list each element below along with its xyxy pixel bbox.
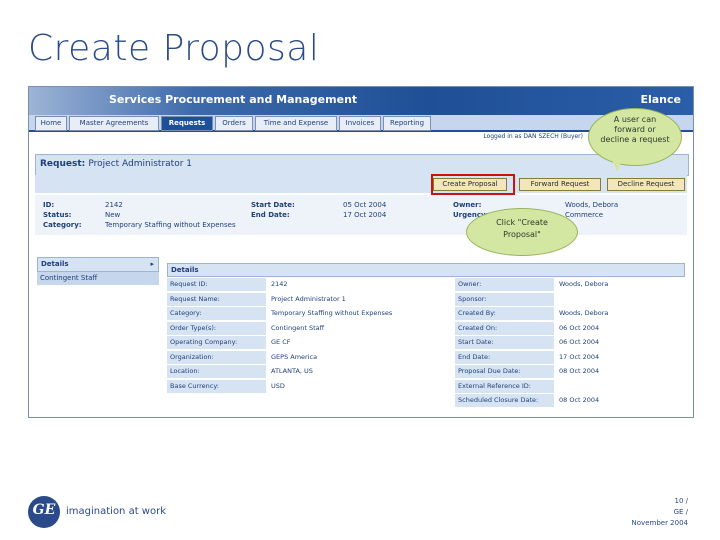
callout-click-create: Click "Create Proposal" [466,208,578,256]
summary-category-value: Temporary Staffing without Expenses [105,221,236,229]
details-value: Temporary Staffing without Expenses [271,309,393,317]
details-label: Location: [167,365,266,378]
callout-forward-decline-tail [612,160,622,172]
details-value: GEPS America [271,352,318,361]
details-header: Details [167,263,685,277]
details-value: GE CF [271,338,291,346]
details-label: Base Currency: [167,379,266,393]
details-value [559,380,693,393]
summary-end: End Date: [251,211,290,219]
brand-logo: Elance [640,93,681,106]
details-value: Project Administrator 1 [271,294,346,303]
details-value: Woods, Debora [559,309,609,317]
tab-invoices[interactable]: Invoices [339,116,381,131]
app-title: Services Procurement and Management [109,93,358,106]
left-panel-header[interactable]: Details ▸ [37,257,159,272]
summary-category: Category: [43,221,82,229]
decline-request-button[interactable]: Decline Request [607,178,685,191]
ge-logo-icon: GE [28,496,60,528]
details-label: Request Name: [167,292,266,306]
forward-request-button[interactable]: Forward Request [519,178,601,191]
details-value: 17 Oct 2004 [559,352,600,361]
left-panel-item-contingent-staff[interactable]: Contingent Staff [37,272,159,285]
footer-date: November 2004 [631,519,688,527]
callout-click-create-text: Click "Create Proposal" [496,218,548,239]
tab-time-and-expense[interactable]: Time and Expense [255,116,337,131]
tab-reporting[interactable]: Reporting [383,116,431,131]
details-label: Operating Company: [167,336,266,349]
details-value: 06 Oct 2004 [559,338,600,346]
details-value: Contingent Staff [271,323,325,332]
details-label: Category: [167,307,266,320]
tab-requests[interactable]: Requests [161,116,213,131]
details-value: ATLANTA, US [271,367,313,375]
tab-master-agreements[interactable]: Master Agreements [69,116,159,131]
request-actions: Create Proposal Forward Request Decline … [35,175,687,193]
details-panel: Details Request ID: 2142 Request Name: Proj… [167,263,685,409]
details-label: Created On: [455,321,554,335]
details-value: 06 Oct 2004 [559,323,600,332]
callout-forward-decline-text: A user can forward or decline a request [600,115,670,144]
details-label: Scheduled Closure Date: [455,394,554,407]
left-panel: Details ▸ Contingent Staff [37,257,159,287]
footer-page: 10 / [674,497,689,505]
details-label: Request ID: [167,278,266,291]
details-label: Order Type(s): [167,321,266,335]
details-label: Created By: [455,307,554,320]
tagline: imagination at work [66,506,166,517]
summary-status-value: New [105,211,121,219]
request-label: Request: [40,159,86,169]
summary-start: Start Date: [251,201,295,209]
request-summary: ID: 2142 Status: New Category: Temporary… [35,195,687,235]
request-title: Request: Project Administrator 1 [40,159,192,169]
details-label: Sponsor: [455,292,554,306]
tab-home[interactable]: Home [35,116,67,131]
ge-logo-text: GE [32,502,56,518]
details-label: Start Date: [455,336,554,349]
details-value: USD [271,381,285,390]
details-value: Woods, Debora [559,280,609,288]
summary-status: Status: [43,211,72,219]
slide-footer: 10 / GE / November 2004 [632,496,688,529]
summary-owner-value: Woods, Debora [565,201,619,209]
summary-owner: Owner: [453,201,482,209]
request-name: Project Administrator 1 [88,159,192,169]
details-value: 08 Oct 2004 [559,396,600,404]
chevron-right-icon: ▸ [150,260,154,268]
details-label: End Date: [455,350,554,364]
details-value [559,293,693,306]
details-value: 2142 [271,280,288,288]
details-label: Owner: [455,278,554,291]
details-label: Organization: [167,350,266,364]
slide-title: Create Proposal [28,28,320,69]
footer-company: GE / [673,508,688,516]
create-proposal-highlight [431,174,515,195]
summary-id-value: 2142 [105,201,123,209]
summary-end-value: 17 Oct 2004 [343,211,387,219]
summary-id: ID: [43,201,55,209]
tab-orders[interactable]: Orders [215,116,253,131]
logged-in-user: Logged in as DAN SZECH (Buyer) [483,133,583,140]
callout-forward-decline: A user can forward or decline a request [588,108,682,166]
details-value: 08 Oct 2004 [559,367,600,375]
left-panel-header-label: Details [41,260,69,268]
details-label: External Reference ID: [455,379,554,393]
app-banner: Services Procurement and Management Elan… [29,87,693,115]
details-label: Proposal Due Date: [455,365,554,378]
request-header: Request: Project Administrator 1 [35,154,689,176]
summary-start-value: 05 Oct 2004 [343,201,387,209]
